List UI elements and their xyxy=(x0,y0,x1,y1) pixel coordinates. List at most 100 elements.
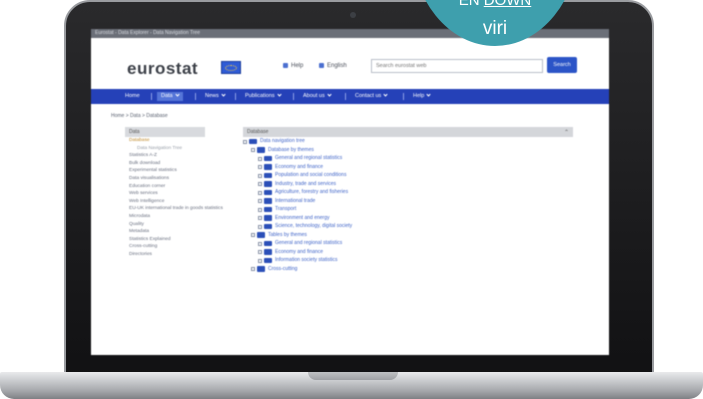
expand-icon[interactable] xyxy=(258,156,262,161)
expand-icon[interactable] xyxy=(258,173,262,178)
expand-icon[interactable] xyxy=(258,250,262,254)
sidebar-item[interactable]: EU-UK international trade in goods stati… xyxy=(125,205,223,213)
tree-node-label: Data navigation tree xyxy=(260,138,305,144)
sidebar-item[interactable]: Database xyxy=(125,137,205,145)
webcam-icon xyxy=(350,12,356,18)
folder-icon xyxy=(249,138,257,144)
nav-home[interactable]: Home xyxy=(121,92,144,101)
nav-divider xyxy=(195,93,196,100)
tree-node[interactable]: Information society statistics xyxy=(243,256,573,265)
language-icon xyxy=(319,63,324,68)
tree-node[interactable]: General and regional statistics xyxy=(243,239,573,248)
expand-icon[interactable] xyxy=(258,216,262,220)
tree-node[interactable]: Tables by themes xyxy=(243,231,573,240)
sidebar-item[interactable]: Experimental statistics xyxy=(125,167,205,175)
nav-divider xyxy=(403,93,404,100)
main-panel: Database ⌃ Data navigation tree Database … xyxy=(243,127,573,273)
expand-icon[interactable] xyxy=(258,258,262,263)
chevron-down-icon xyxy=(277,92,282,97)
folder-icon xyxy=(264,249,272,255)
nav-news[interactable]: News xyxy=(201,92,229,101)
folder-icon xyxy=(264,189,272,195)
tree-node[interactable]: International trade xyxy=(243,197,573,206)
sidebar-item[interactable]: Education corner xyxy=(125,183,205,191)
nav-help[interactable]: Help xyxy=(409,92,434,101)
tree-node[interactable]: General and regional statistics xyxy=(243,154,573,163)
eurostat-logo[interactable]: eurostat xyxy=(127,59,198,79)
expand-icon[interactable] xyxy=(258,199,262,203)
tree-node-label: Cross-cutting xyxy=(268,265,298,272)
expand-icon[interactable] xyxy=(251,148,255,152)
window-title: Eurostat - Data Explorer - Data Navigati… xyxy=(95,30,201,36)
sidebar-item[interactable]: Statistics A-Z xyxy=(125,152,205,160)
sidebar-item[interactable]: Metadata xyxy=(125,228,205,236)
tree-node[interactable]: Cross-cutting xyxy=(243,265,573,274)
expand-icon[interactable] xyxy=(258,241,262,246)
tree-node-label: Environment and energy xyxy=(275,214,330,221)
expand-icon[interactable] xyxy=(251,267,255,271)
sidebar-item[interactable]: Directories xyxy=(125,251,205,259)
language-link[interactable]: English xyxy=(319,63,347,69)
folder-icon xyxy=(264,223,272,229)
folder-icon xyxy=(264,155,272,161)
tree-node-label: Tables by themes xyxy=(268,231,307,238)
nav-divider xyxy=(293,93,294,100)
tree-node-label: General and regional statistics xyxy=(275,240,343,246)
search-button[interactable]: Search xyxy=(547,57,577,73)
search-input[interactable] xyxy=(371,59,543,73)
tree-node-label: General and regional statistics xyxy=(275,155,343,161)
sidebar-item[interactable]: Web Intelligence xyxy=(125,198,205,206)
tree-node-label: Economy and finance xyxy=(275,163,324,170)
user-icon xyxy=(283,63,288,68)
tree-node[interactable]: Environment and energy xyxy=(243,214,573,223)
tree-node[interactable]: Data navigation tree xyxy=(243,137,573,146)
tree-node-label: Information society statistics xyxy=(275,257,338,263)
folder-icon xyxy=(264,240,272,246)
folder-icon xyxy=(264,172,272,178)
expand-icon[interactable] xyxy=(258,182,262,186)
eu-flag-icon xyxy=(221,61,241,74)
tree-node[interactable]: Agriculture, forestry and fisheries xyxy=(243,188,573,197)
expand-icon[interactable] xyxy=(258,224,262,229)
tree-node[interactable]: Population and social conditions xyxy=(243,171,573,180)
tree-node[interactable]: Database by themes xyxy=(243,146,573,155)
nav-contact-us[interactable]: Contact us xyxy=(351,92,391,101)
sidebar-item[interactable]: Data visualisations xyxy=(125,175,205,183)
sidebar-item[interactable]: Bulk download xyxy=(125,160,205,168)
sidebar-item[interactable]: Statistics Explained xyxy=(125,236,205,244)
tree-node[interactable]: Economy and finance xyxy=(243,163,573,172)
panel-heading: Database ⌃ xyxy=(243,127,573,137)
nav-about-us[interactable]: About us xyxy=(299,92,335,101)
sidebar-item[interactable]: Web services xyxy=(125,190,205,198)
nav-publications[interactable]: Publications xyxy=(241,92,285,101)
sidebar-item[interactable]: Microdata xyxy=(125,213,205,221)
folder-icon xyxy=(264,198,272,204)
badge-download-link[interactable]: EN DOWN xyxy=(425,0,565,8)
badge-label: viri xyxy=(482,18,508,39)
expand-icon[interactable] xyxy=(258,190,262,195)
chevron-down-icon xyxy=(327,92,332,97)
tree-node[interactable]: Industry, trade and services xyxy=(243,180,573,189)
nav-divider xyxy=(235,93,236,100)
breadcrumb[interactable]: Home > Data > Database xyxy=(111,113,168,119)
sidebar: Data Database Data Navigation Tree Statist… xyxy=(125,127,223,259)
tree-node[interactable]: Science, technology, digital society xyxy=(243,222,573,231)
tree-node[interactable]: Economy and finance xyxy=(243,248,573,257)
folder-icon xyxy=(264,215,272,221)
tree-node[interactable]: Transport xyxy=(243,205,573,214)
tree-node-label: Database by themes xyxy=(268,146,314,153)
tree-node-label: International trade xyxy=(275,197,316,204)
help-link[interactable]: Help xyxy=(283,63,303,69)
sidebar-list: Database Data Navigation Tree Statistics A… xyxy=(125,137,223,259)
nav-data[interactable]: Data xyxy=(157,92,183,101)
folder-icon xyxy=(257,147,265,153)
tree-node-label: Science, technology, digital society xyxy=(275,223,353,229)
sidebar-item[interactable]: Quality xyxy=(125,221,205,229)
expand-icon[interactable] xyxy=(243,139,247,144)
expand-icon[interactable] xyxy=(251,233,255,237)
folder-icon xyxy=(264,164,272,170)
sidebar-item[interactable]: Data Navigation Tree xyxy=(125,145,205,153)
sidebar-item[interactable]: Cross-cutting xyxy=(125,243,205,251)
expand-icon[interactable] xyxy=(258,165,262,169)
expand-icon[interactable] xyxy=(258,207,262,212)
